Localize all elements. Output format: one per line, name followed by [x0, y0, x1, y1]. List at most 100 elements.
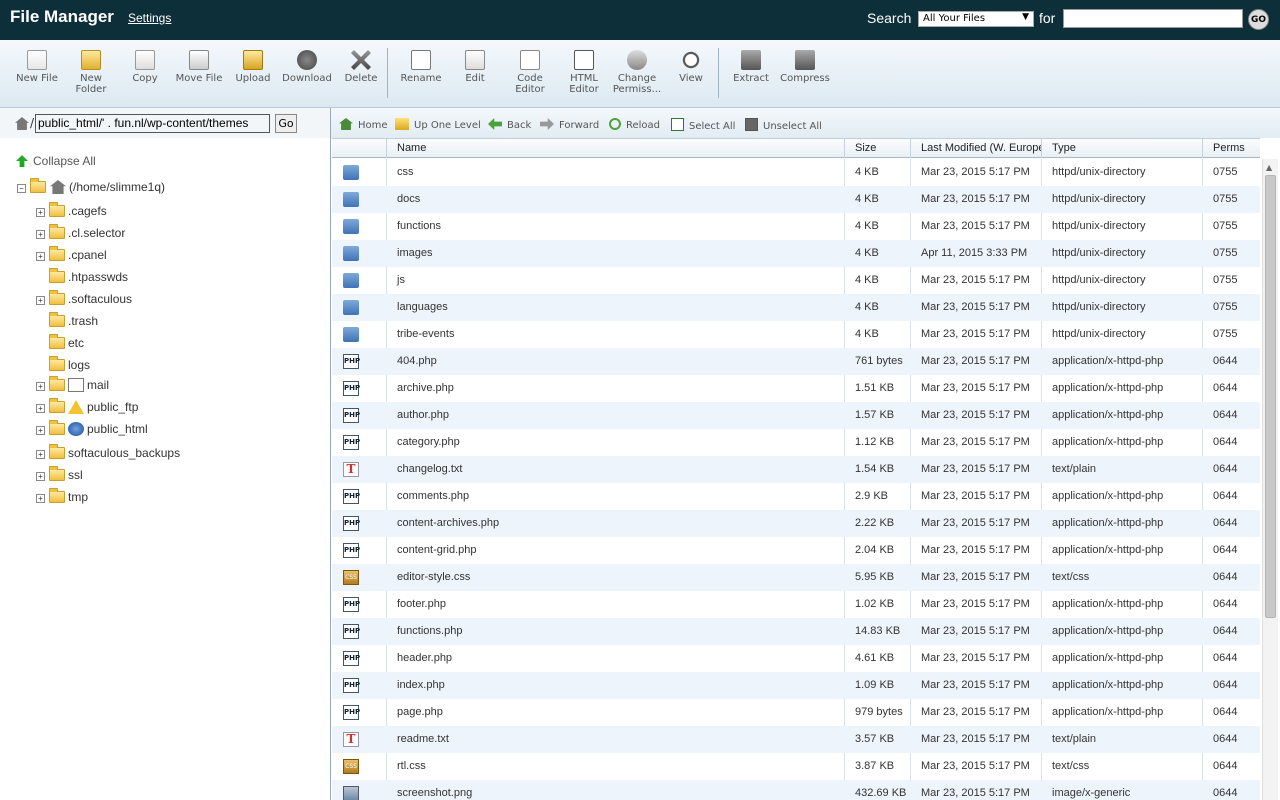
expand-toggle-icon[interactable]: + — [36, 230, 45, 239]
table-row[interactable]: js 4 KB Mar 23, 2015 5:17 PM httpd/unix-dir… — [332, 267, 1260, 294]
expand-toggle-icon[interactable]: + — [36, 494, 45, 503]
file-name[interactable]: author.php — [397, 409, 449, 421]
change-permissions-button[interactable]: Change Permiss... — [612, 50, 662, 95]
file-name[interactable]: functions.php — [397, 625, 462, 637]
download-button[interactable]: Download — [282, 50, 332, 84]
collapse-all-button[interactable]: Collapse All — [16, 154, 96, 168]
extract-button[interactable]: Extract — [732, 50, 770, 84]
new-file-button[interactable]: New File — [16, 50, 58, 84]
path-go-button[interactable]: Go — [275, 114, 297, 133]
table-row[interactable]: docs 4 KB Mar 23, 2015 5:17 PM httpd/unix-d… — [332, 186, 1260, 213]
table-row[interactable]: PHP category.php 1.12 KB Mar 23, 2015 5:17 … — [332, 429, 1260, 456]
file-name[interactable]: docs — [397, 193, 420, 205]
tree-item-ssl[interactable]: + ssl — [36, 466, 83, 482]
column-header-size[interactable]: Size — [855, 142, 876, 154]
back-button[interactable]: Back — [488, 118, 531, 131]
table-row[interactable]: PHP index.php 1.09 KB Mar 23, 2015 5:17 PM a… — [332, 672, 1260, 699]
file-name[interactable]: archive.php — [397, 382, 454, 394]
rename-button[interactable]: Rename — [399, 50, 443, 84]
expand-toggle-icon[interactable]: + — [36, 404, 45, 413]
file-name[interactable]: functions — [397, 220, 441, 232]
file-name[interactable]: comments.php — [397, 490, 469, 502]
code-editor-button[interactable]: Code Editor — [511, 50, 549, 95]
tree-item-softaculous-backups[interactable]: + softaculous_backups — [36, 444, 180, 460]
collapse-toggle-icon[interactable]: − — [17, 184, 26, 193]
table-row[interactable]: images 4 KB Apr 11, 2015 3:33 PM httpd/unix… — [332, 240, 1260, 267]
table-row[interactable]: PHP header.php 4.61 KB Mar 23, 2015 5:17 PM… — [332, 645, 1260, 672]
table-row[interactable]: css 4 KB Mar 23, 2015 5:17 PM httpd/unix-di… — [332, 159, 1260, 186]
scroll-thumb[interactable] — [1265, 175, 1276, 618]
table-row[interactable]: CSS rtl.css 3.87 KB Mar 23, 2015 5:17 PM tex… — [332, 753, 1260, 780]
path-input[interactable]: public_html/' . fun.nl/wp-content/themes — [35, 114, 270, 133]
table-row[interactable]: functions 4 KB Mar 23, 2015 5:17 PM httpd/u… — [332, 213, 1260, 240]
expand-toggle-icon[interactable]: + — [36, 472, 45, 481]
view-button[interactable]: View — [677, 50, 705, 84]
up-one-level-button[interactable]: Up One Level — [395, 118, 481, 131]
tree-item-tmp[interactable]: + tmp — [36, 488, 88, 504]
table-row[interactable]: Tchangelog.txt 1.54 KB Mar 23, 2015 5:17 P… — [332, 456, 1260, 483]
table-row[interactable]: PHP footer.php 1.02 KB Mar 23, 2015 5:17 PM… — [332, 591, 1260, 618]
tree-item-trash[interactable]: .trash — [36, 312, 98, 328]
tree-item-public-ftp[interactable]: + public_ftp — [36, 398, 138, 414]
select-all-button[interactable]: Select All — [671, 118, 735, 132]
table-row[interactable]: PHP functions.php 14.83 KB Mar 23, 2015 5:1… — [332, 618, 1260, 645]
file-name[interactable]: index.php — [397, 679, 445, 691]
file-name[interactable]: languages — [397, 301, 448, 313]
expand-toggle-icon[interactable]: + — [36, 382, 45, 391]
file-name[interactable]: tribe-events — [397, 328, 454, 340]
copy-button[interactable]: Copy — [130, 50, 160, 84]
table-row[interactable]: screenshot.png 432.69 KB Mar 23, 2015 5:17… — [332, 780, 1260, 800]
table-row[interactable]: PHP comments.php 2.9 KB Mar 23, 2015 5:17 P… — [332, 483, 1260, 510]
upload-button[interactable]: Upload — [234, 50, 272, 84]
file-name[interactable]: category.php — [397, 436, 460, 448]
file-name[interactable]: editor-style.css — [397, 571, 470, 583]
compress-button[interactable]: Compress — [780, 50, 830, 84]
file-name[interactable]: images — [397, 247, 432, 259]
scroll-up-arrow-icon[interactable]: ▲ — [1266, 163, 1272, 172]
file-name[interactable]: header.php — [397, 652, 452, 664]
file-name[interactable]: changelog.txt — [397, 463, 462, 475]
file-name[interactable]: footer.php — [397, 598, 446, 610]
file-name[interactable]: js — [397, 274, 405, 286]
html-editor-button[interactable]: HTML Editor — [565, 50, 603, 95]
tree-item-softaculous[interactable]: + .softaculous — [36, 290, 132, 306]
column-header-perms[interactable]: Perms — [1213, 142, 1245, 154]
unselect-all-button[interactable]: Unselect All — [745, 118, 822, 132]
edit-button[interactable]: Edit — [462, 50, 488, 84]
table-row[interactable]: Treadme.txt 3.57 KB Mar 23, 2015 5:17 PM te… — [332, 726, 1260, 753]
pane-splitter[interactable] — [330, 108, 331, 800]
search-input[interactable] — [1063, 9, 1243, 28]
search-scope-select[interactable]: All Your Files ▼ — [918, 11, 1034, 27]
file-name[interactable]: rtl.css — [397, 760, 426, 772]
file-name[interactable]: 404.php — [397, 355, 437, 367]
file-name[interactable]: content-grid.php — [397, 544, 477, 556]
move-file-button[interactable]: Move File — [174, 50, 224, 84]
new-folder-button[interactable]: New Folder — [74, 50, 108, 95]
column-header-name[interactable]: Name — [397, 142, 426, 154]
tree-item-cpanel[interactable]: + .cpanel — [36, 246, 107, 262]
file-list-scrollbar[interactable]: ▲ — [1262, 159, 1278, 800]
expand-toggle-icon[interactable]: + — [36, 426, 45, 435]
tree-item-cagefs[interactable]: + .cagefs — [36, 202, 107, 218]
tree-root[interactable]: − (/home/slimme1q) — [17, 178, 165, 194]
table-row[interactable]: PHP content-archives.php 2.22 KB Mar 23, 20… — [332, 510, 1260, 537]
table-row[interactable]: PHP 404.php 761 bytes Mar 23, 2015 5:17 PM a… — [332, 348, 1260, 375]
expand-toggle-icon[interactable]: + — [36, 252, 45, 261]
file-name[interactable]: content-archives.php — [397, 517, 499, 529]
delete-button[interactable]: Delete — [343, 50, 379, 84]
forward-button[interactable]: Forward — [540, 118, 599, 131]
tree-item-logs[interactable]: logs — [36, 356, 90, 372]
tree-item-cl-selector[interactable]: + .cl.selector — [36, 224, 125, 240]
tree-item-public-html[interactable]: + public_html — [36, 420, 148, 436]
table-row[interactable]: PHP author.php 1.57 KB Mar 23, 2015 5:17 PM… — [332, 402, 1260, 429]
table-row[interactable]: PHP page.php 979 bytes Mar 23, 2015 5:17 PM… — [332, 699, 1260, 726]
table-row[interactable]: languages 4 KB Mar 23, 2015 5:17 PM httpd/u… — [332, 294, 1260, 321]
tree-item-mail[interactable]: + mail — [36, 376, 109, 392]
file-name[interactable]: screenshot.png — [397, 787, 472, 799]
column-header-last-modified[interactable]: Last Modified (W. Europe — [921, 142, 1041, 154]
table-row[interactable]: PHP content-grid.php 2.04 KB Mar 23, 2015 5… — [332, 537, 1260, 564]
expand-toggle-icon[interactable]: + — [36, 450, 45, 459]
search-go-button[interactable]: GO — [1248, 9, 1269, 30]
expand-toggle-icon[interactable]: + — [36, 296, 45, 305]
home-icon[interactable] — [15, 117, 29, 130]
